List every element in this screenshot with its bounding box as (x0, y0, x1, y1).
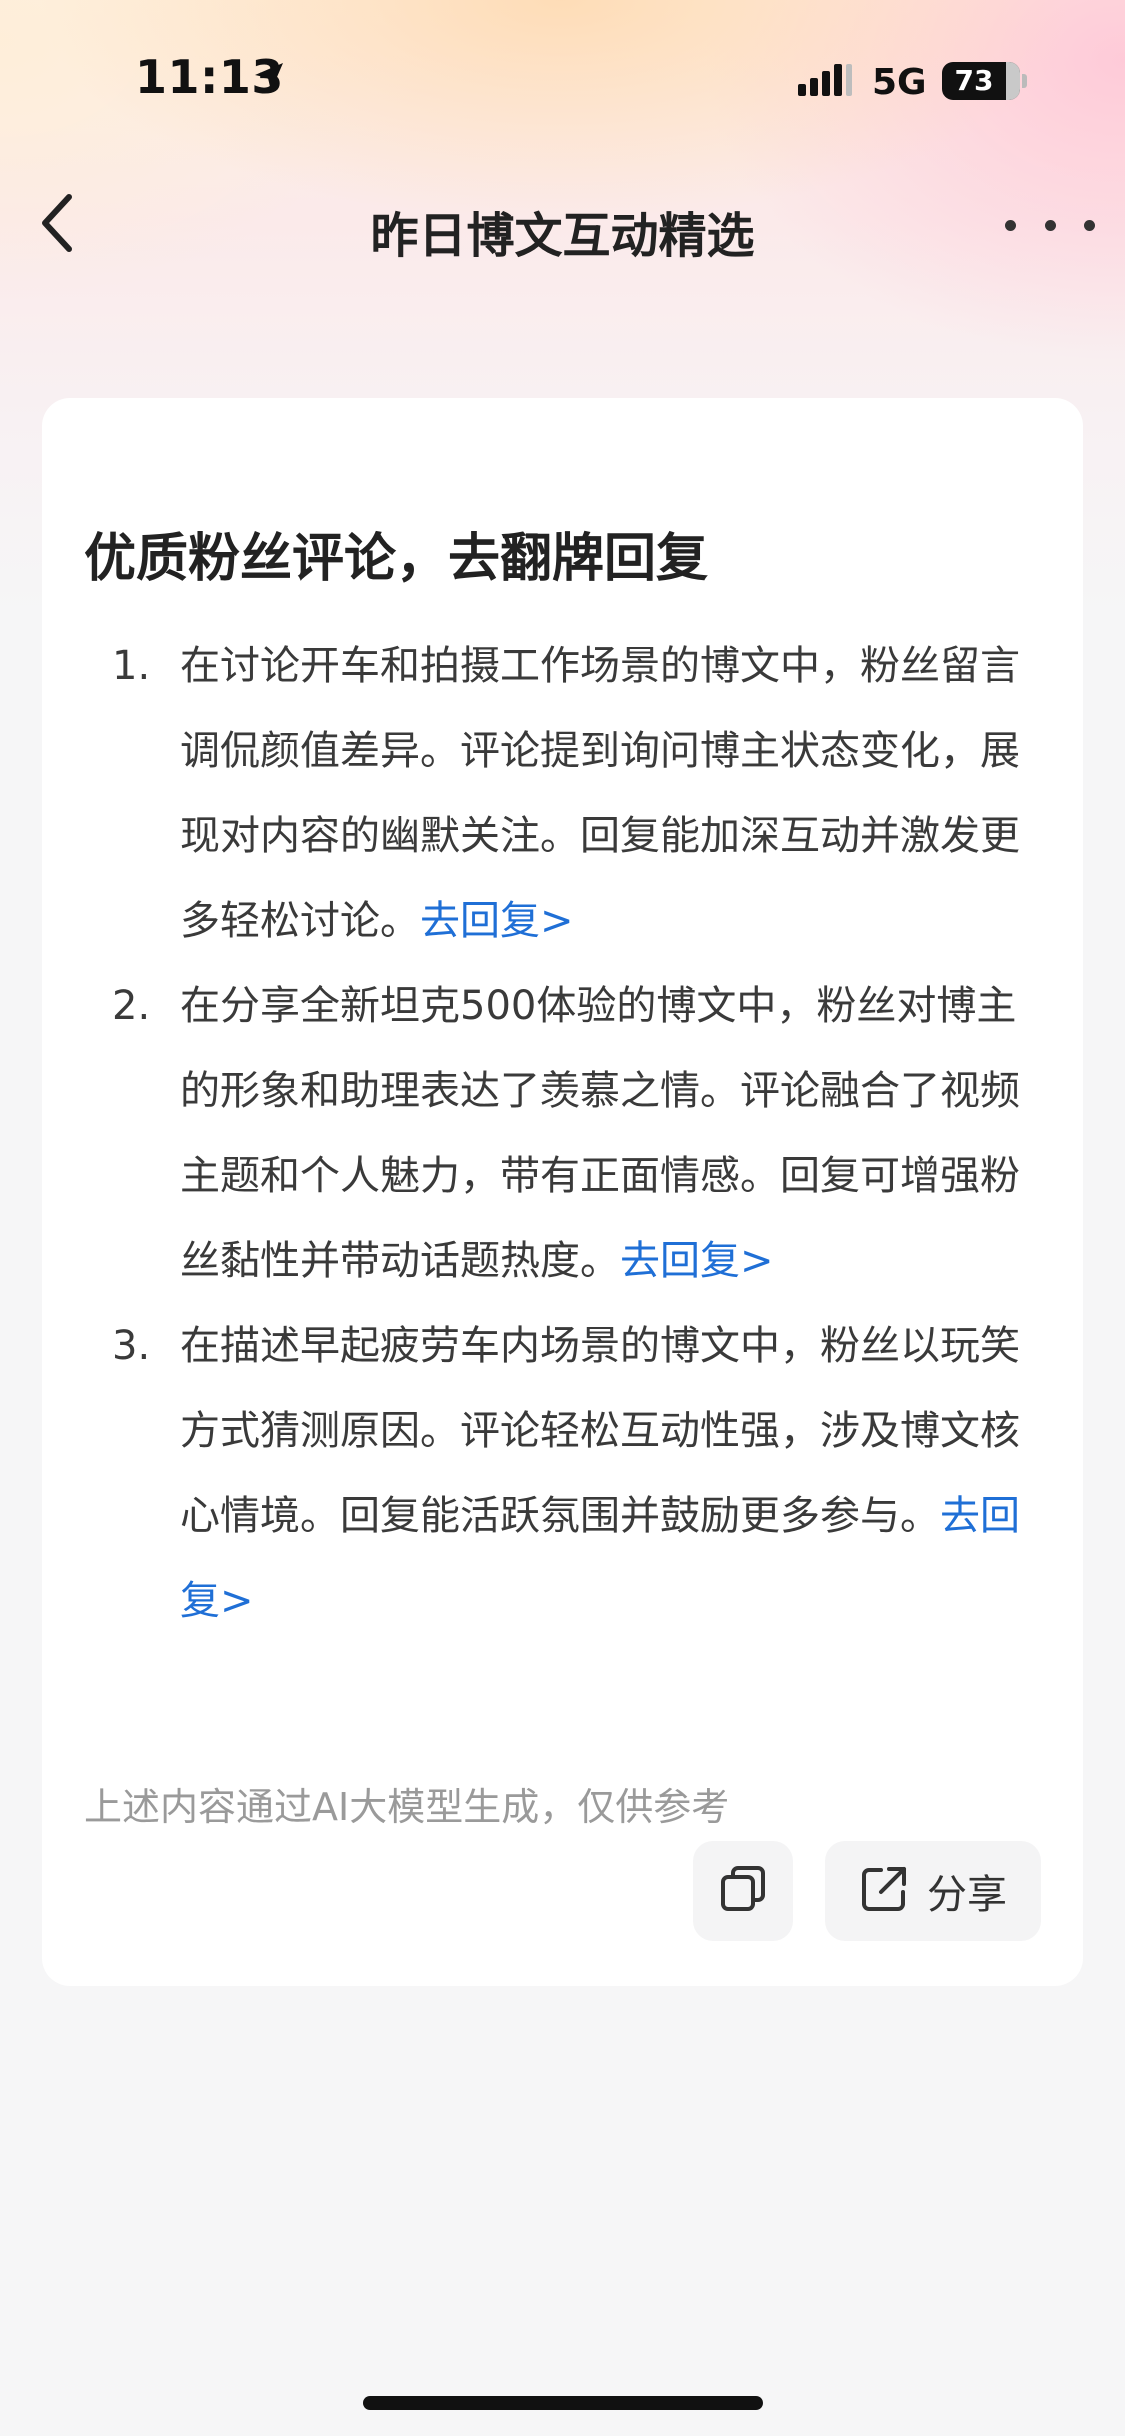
item-number: 2. (112, 983, 151, 1029)
status-bar: 11:13 5G 73 (0, 0, 1125, 150)
more-dot (1044, 219, 1056, 231)
page-title: 昨日博文互动精选 (370, 208, 755, 264)
comment-list: 1. 在讨论开车和拍摄工作场景的博文中，粉丝留言调侃颜值差异。评论提到询问博主状… (42, 624, 1083, 1644)
list-item: 2. 在分享全新坦克500体验的博文中，粉丝对博主的形象和助理表达了羡慕之情。评… (42, 964, 1083, 1304)
more-dots-icon (1005, 219, 1016, 231)
summary-card: 优质粉丝评论，去翻牌回复 1. 在讨论开车和拍摄工作场景的博文中，粉丝留言调侃颜… (42, 398, 1083, 1986)
reply-link[interactable]: 去回复> (420, 898, 574, 944)
reply-link[interactable]: 去回复> (620, 1238, 774, 1284)
battery-level: 73 (954, 64, 994, 97)
copy-button[interactable] (693, 1841, 793, 1941)
home-indicator[interactable] (363, 2396, 763, 2410)
signal-icon (798, 62, 854, 98)
copy-icon (717, 1863, 769, 1919)
battery-icon: 73 (942, 62, 1027, 100)
network-type: 5G (872, 62, 927, 103)
ai-disclaimer: 上述内容通过AI大模型生成，仅供参考 (84, 1785, 730, 1829)
share-button[interactable]: 分享 (825, 1841, 1041, 1941)
item-text: 在讨论开车和拍摄工作场景的博文中，粉丝留言调侃颜值差异。评论提到询问博主状态变化… (180, 643, 1020, 944)
item-text: 在描述早起疲劳车内场景的博文中，粉丝以玩笑方式猜测原因。评论轻松互动性强，涉及博… (180, 1323, 1020, 1539)
share-label: 分享 (927, 1872, 1007, 1918)
more-dot (1084, 219, 1095, 231)
share-icon (859, 1864, 909, 1918)
section-title: 优质粉丝评论，去翻牌回复 (84, 529, 709, 589)
list-item: 3. 在描述早起疲劳车内场景的博文中，粉丝以玩笑方式猜测原因。评论轻松互动性强，… (42, 1304, 1083, 1644)
item-number: 1. (112, 643, 151, 689)
more-button[interactable] (1005, 200, 1095, 250)
list-item: 1. 在讨论开车和拍摄工作场景的博文中，粉丝留言调侃颜值差异。评论提到询问博主状… (42, 624, 1083, 964)
nav-bar: 昨日博文互动精选 (0, 170, 1125, 280)
item-number: 3. (112, 1323, 151, 1369)
location-arrow-icon (252, 60, 286, 94)
item-text: 在分享全新坦克500体验的博文中，粉丝对博主的形象和助理表达了羡慕之情。评论融合… (180, 983, 1020, 1284)
